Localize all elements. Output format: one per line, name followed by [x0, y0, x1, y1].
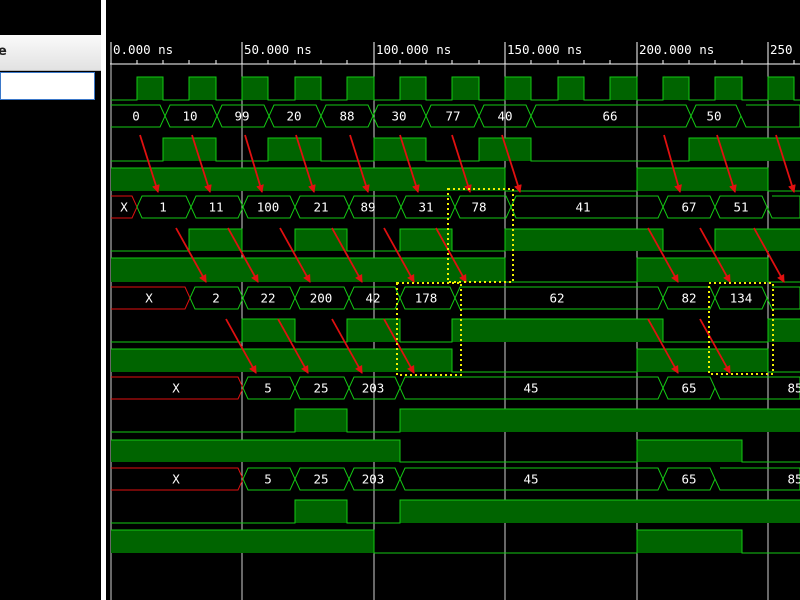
- bus2-segment: [766, 286, 800, 310]
- bus2-value-label: 82: [681, 291, 696, 306]
- ruler-tick-label: 100.000 ns: [376, 42, 451, 57]
- bus1-value-label: 21: [313, 200, 328, 215]
- names-column-header-label: e: [0, 44, 7, 59]
- bus3-value-label: 203: [362, 381, 385, 396]
- bus1-value-label: 41: [575, 200, 590, 215]
- bus1-value-label: 31: [418, 200, 433, 215]
- bus2-value-label: 62: [549, 291, 564, 306]
- sig-e-high-fill: [242, 319, 295, 342]
- bus0-value-label: 30: [391, 109, 406, 124]
- sig-g-high-fill: [400, 409, 800, 432]
- bus2-value-label: 178: [415, 291, 438, 306]
- clock-high-fill: [452, 77, 479, 100]
- clock-high-fill: [663, 77, 689, 100]
- bus4-value-label: 203: [362, 472, 385, 487]
- sig-c-high-fill: [505, 229, 663, 251]
- ruler-tick-label: 250: [770, 42, 793, 57]
- sig-a-high-fill: [479, 138, 531, 161]
- sig-a-high-fill: [268, 138, 321, 161]
- bus0-segment: [740, 104, 800, 128]
- bus0-value-label: 77: [445, 109, 460, 124]
- sig-b-high-fill: [637, 168, 768, 191]
- clock-high-fill: [137, 77, 163, 100]
- sig-e-high-fill: [347, 319, 400, 342]
- sig-d-high-fill: [637, 258, 768, 282]
- bus2-value-label: 42: [365, 291, 380, 306]
- clock-high-fill: [505, 77, 531, 100]
- bus1-segment: [766, 195, 800, 219]
- ruler-tick-label: 200.000 ns: [639, 42, 714, 57]
- bus3-value-label: 5: [264, 381, 272, 396]
- bus0-value-label: 20: [286, 109, 301, 124]
- bus2-value-label: 22: [260, 291, 275, 306]
- bus1-value-label: 78: [471, 200, 486, 215]
- sig-i-high-fill: [400, 500, 800, 523]
- sig-f-high-fill: [111, 349, 452, 372]
- ruler-minor-ticks: [136, 60, 795, 64]
- clock-high-fill: [400, 77, 426, 100]
- bus4-value-label: 65: [681, 472, 696, 487]
- bus3-value-label: X: [172, 381, 180, 396]
- clock-high-fill: [768, 77, 794, 100]
- bus3-value-label: 25: [313, 381, 328, 396]
- ruler-tick-label: 150.000 ns: [507, 42, 582, 57]
- bus1-value-label: X: [120, 200, 128, 215]
- clock-high-fill: [558, 77, 584, 100]
- bus3-value-label: 65: [681, 381, 696, 396]
- ruler-tick-label: 0.000 ns: [113, 42, 173, 57]
- bus2-value-label: 134: [730, 291, 753, 306]
- clock-high-fill: [610, 77, 637, 100]
- bus2-value-label: 200: [310, 291, 333, 306]
- bus2-value-label: 2: [212, 291, 220, 306]
- sig-c-high-fill: [715, 229, 800, 251]
- bus1-value-label: 51: [733, 200, 748, 215]
- sig-h-high-fill: [637, 440, 742, 462]
- bus0-value-label: 0: [132, 109, 140, 124]
- sig-j-high-fill: [111, 530, 374, 553]
- sig-h-high-fill: [111, 440, 400, 462]
- sig-j-high-fill: [637, 530, 742, 553]
- bus4-value-label: X: [172, 472, 180, 487]
- clock-high-fill: [715, 77, 742, 100]
- bus0-value-label: 50: [706, 109, 721, 124]
- clock-high-fill: [189, 77, 216, 100]
- bus4-value-label: 85: [787, 472, 800, 487]
- bus3-value-label: 85: [787, 381, 800, 396]
- sig-a-high-fill: [163, 138, 216, 161]
- bus1-value-label: 11: [208, 200, 223, 215]
- bus0-value-label: 40: [497, 109, 512, 124]
- sig-g-high-fill: [295, 409, 347, 432]
- bus1-value-label: 100: [257, 200, 280, 215]
- bus2-value-label: X: [145, 291, 153, 306]
- sig-f-high-fill: [637, 349, 768, 372]
- names-column-header[interactable]: e: [0, 35, 101, 71]
- bus3-value-label: 45: [523, 381, 538, 396]
- bus4-value-label: 25: [313, 472, 328, 487]
- bus1-value-label: 1: [159, 200, 167, 215]
- bus0-value-label: 66: [602, 109, 617, 124]
- signal-names-pane: e: [0, 0, 101, 600]
- bus4-value-label: 45: [523, 472, 538, 487]
- clock-high-fill: [347, 77, 374, 100]
- sig-c-high-fill: [400, 229, 452, 251]
- waveform-canvas[interactable]: 0.000 ns 50.000 ns 100.000 ns 150.000 ns…: [106, 0, 800, 600]
- bus0-value-label: 99: [234, 109, 249, 124]
- bus1-value-label: 67: [681, 200, 696, 215]
- bus0-value-label: 10: [182, 109, 197, 124]
- selected-signal-row[interactable]: [0, 72, 95, 100]
- ruler-tick-label: 50.000 ns: [244, 42, 312, 57]
- sig-a-high-fill: [374, 138, 426, 161]
- clock-high-fill: [242, 77, 268, 100]
- bus1-value-label: 89: [360, 200, 375, 215]
- clock-high-fill: [295, 77, 321, 100]
- time-ruler[interactable]: 0.000 ns 50.000 ns 100.000 ns 150.000 ns…: [110, 42, 800, 65]
- bus0-value-label: 88: [339, 109, 354, 124]
- sig-i-high-fill: [295, 500, 347, 523]
- bus4-value-label: 5: [264, 472, 272, 487]
- sig-e-high-fill: [452, 319, 663, 342]
